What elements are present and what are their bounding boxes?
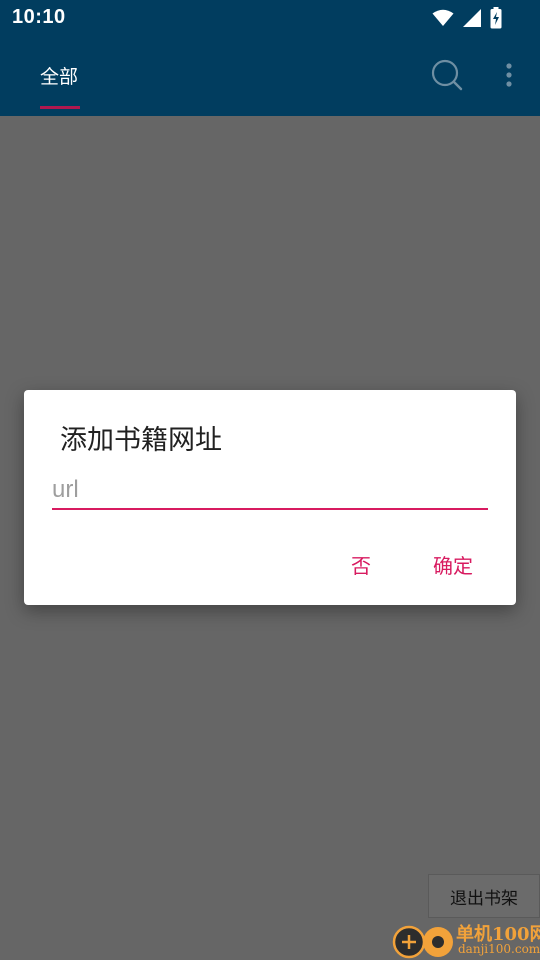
exit-bookshelf-button[interactable]: 退出书架	[428, 874, 540, 918]
wifi-icon	[432, 9, 454, 26]
watermark: 单机100网 danji100.com	[392, 918, 540, 960]
watermark-logo-icon	[392, 925, 453, 959]
more-vert-icon[interactable]	[496, 58, 522, 92]
app-bar: 全部	[0, 36, 540, 116]
battery-charging-icon	[490, 7, 502, 29]
url-input[interactable]	[52, 472, 488, 510]
status-bar: 10:10	[0, 0, 540, 36]
tab-all[interactable]: 全部	[40, 62, 78, 89]
confirm-button[interactable]: 确定	[433, 550, 473, 579]
status-time: 10:10	[12, 6, 66, 28]
search-icon[interactable]	[430, 58, 464, 92]
add-book-url-dialog: 添加书籍网址 否 确定	[24, 390, 516, 605]
status-icons	[432, 7, 502, 29]
watermark-line2: danji100.com	[458, 942, 540, 956]
cancel-button[interactable]: 否	[351, 550, 371, 579]
dialog-title: 添加书籍网址	[60, 425, 222, 456]
signal-icon	[463, 9, 481, 27]
tab-indicator	[40, 106, 80, 109]
